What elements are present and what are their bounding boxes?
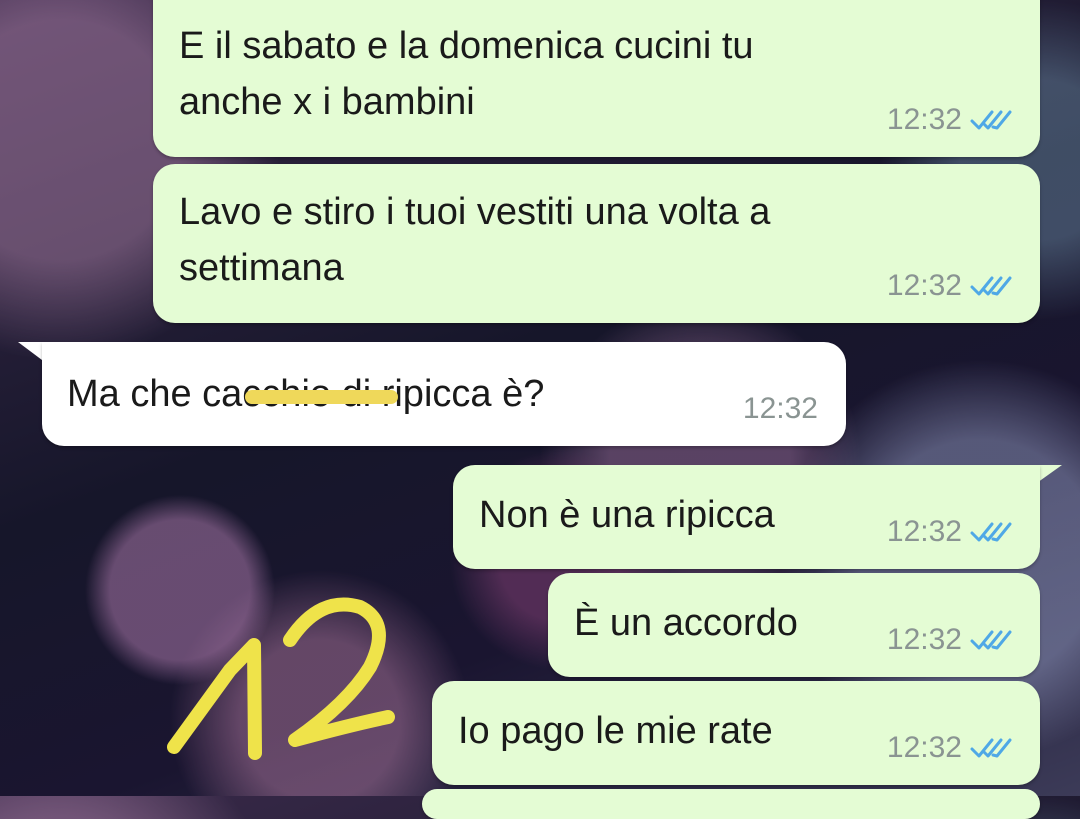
message-time: 12:32 <box>886 731 962 764</box>
read-double-check-icon <box>970 522 1012 542</box>
message-bubble-incoming[interactable]: Ma che cacchio di ripicca è? 12:32 <box>42 342 846 446</box>
read-double-check-icon <box>970 738 1012 758</box>
message-text: Io pago le mie rate <box>458 710 773 752</box>
message-text-line: anche x i bambini <box>179 81 475 123</box>
read-double-check-icon <box>970 110 1012 130</box>
message-text-part: Ma che <box>67 373 203 415</box>
read-double-check-icon <box>970 630 1012 650</box>
message-time: 12:32 <box>886 103 962 136</box>
message-text: È un accordo <box>574 602 798 644</box>
message-bubble-outgoing[interactable]: E il sabato e la domenica cucini tu anch… <box>153 0 1040 157</box>
message-bubble-outgoing-partial[interactable] <box>422 789 1040 819</box>
handwritten-number-annotation <box>167 597 395 760</box>
message-bubble-outgoing[interactable]: Lavo e stiro i tuoi vestiti una volta a … <box>153 164 1040 323</box>
message-text-line: E il sabato e la domenica cucini tu <box>179 25 754 67</box>
message-bubble-outgoing[interactable]: È un accordo 12:32 <box>548 573 1040 677</box>
message-bubble-outgoing[interactable]: Non è una ripicca 12:32 <box>453 465 1040 569</box>
message-time: 12:32 <box>742 392 818 425</box>
message-text: Non è una ripicca <box>479 494 775 536</box>
message-text-line: settimana <box>179 247 344 289</box>
message-bubble-outgoing[interactable]: Io pago le mie rate 12:32 <box>432 681 1040 785</box>
censor-highlight <box>245 390 398 404</box>
read-double-check-icon <box>970 276 1012 296</box>
message-time: 12:32 <box>886 515 962 548</box>
message-text-line: Lavo e stiro i tuoi vestiti una volta a <box>179 191 771 233</box>
message-time: 12:32 <box>886 623 962 656</box>
message-time: 12:32 <box>886 269 962 302</box>
